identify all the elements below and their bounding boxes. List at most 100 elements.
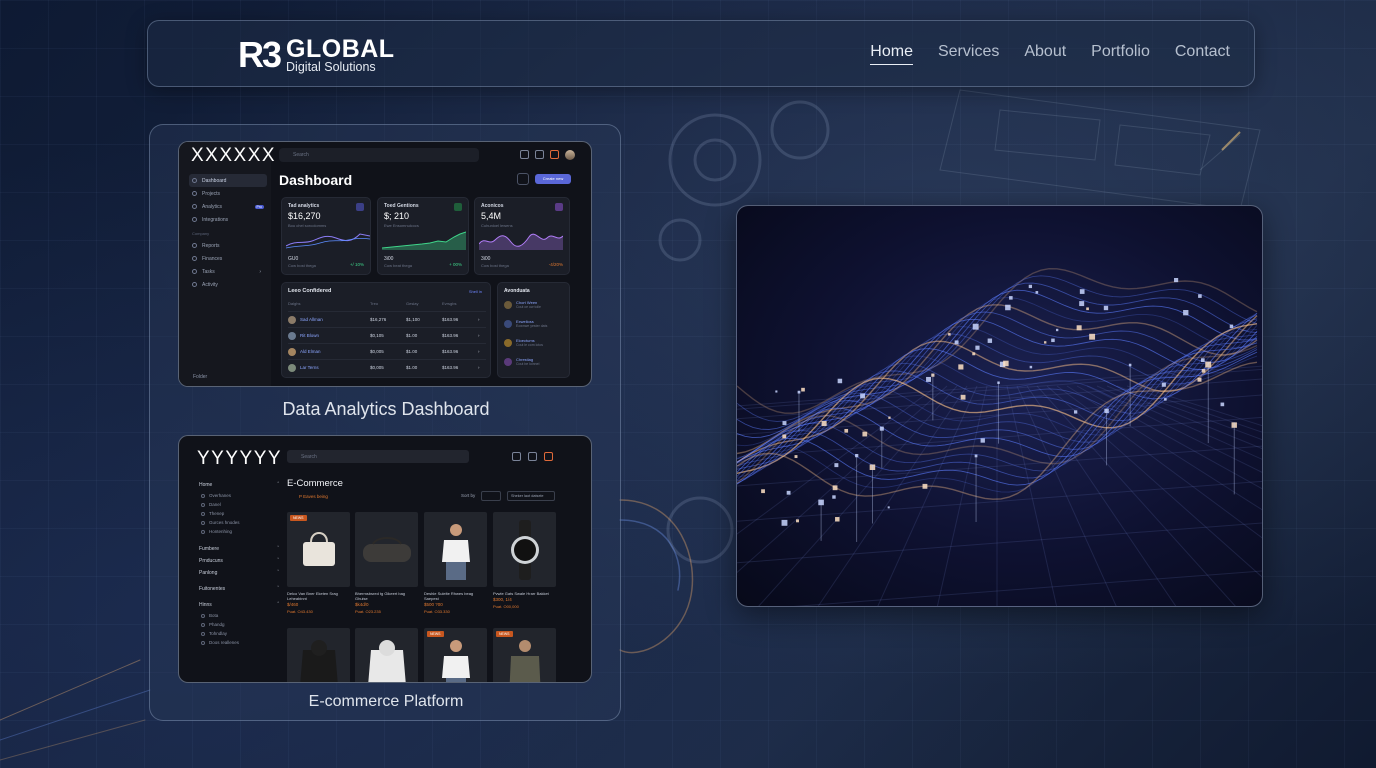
data-point [781,519,788,526]
product-image[interactable] [287,628,350,682]
product-image[interactable] [424,512,487,587]
product-name[interactable]: Pvwle Gats Swale Hrarr Bakket [493,591,556,596]
product-image[interactable] [355,628,418,682]
bell-icon[interactable] [550,150,559,159]
table-row[interactable]: Ald Elman $0,005 $1.00 $163.96 › [288,343,486,359]
product-card[interactable]: NEWS [493,628,556,682]
product-image[interactable] [355,512,418,587]
data-point [782,421,787,426]
sidebar-item-reports[interactable]: Reports [189,239,267,252]
product-price: $/460 [287,602,299,607]
product-card[interactable]: NEWS Delco Van Bner Eketen Srag Leheabinn… [287,512,350,614]
product-card[interactable]: Bhermsbsred tg Gikeert bag Ghuise $k4d/0 P… [355,512,418,614]
filter-option[interactable]: Bota [199,611,279,620]
avatar[interactable] [565,150,575,160]
create-button[interactable]: Create new [535,174,571,184]
nav-services[interactable]: Services [938,43,999,65]
sidebar-footer[interactable]: Folder [193,374,207,380]
ecommerce-search-input[interactable]: Search [287,450,469,463]
filter-group[interactable]: Fumbere ˇ [199,546,279,552]
activity-item[interactable]: Exwelioss Eownwe yester dats [504,319,547,338]
sidebar-item-activity[interactable]: Activity [189,278,267,291]
sidebar-item-integrations[interactable]: Integrations [189,213,267,226]
product-name[interactable]: Delco Van Bner Eketen Srag Leheabinnt [287,591,350,601]
check-icon [192,269,197,274]
sidebar-item-tasks[interactable]: Tasks › [189,265,267,278]
sidebar-item-finances[interactable]: Finances [189,252,267,265]
data-point [860,393,866,399]
expand-icon[interactable] [512,452,521,461]
product-name[interactable]: Bhermsbsred tg Gikeert bag Ghuise [355,591,418,601]
activity-item[interactable]: Chrestiag Cout be loinnel [504,357,547,376]
settings-icon[interactable] [535,150,544,159]
column-header[interactable]: Geslay [406,301,442,306]
nav-about[interactable]: About [1024,43,1066,65]
dashboard-preview[interactable]: XXXXXX Dashboard Projects Analytics Pro I… [178,141,592,387]
filter-option[interactable]: Thenep [199,509,279,518]
product-card[interactable]: Pvwle Gats Swale Hrarr Bakket $300, 1/4 Pu… [493,512,556,609]
filter-group[interactable]: Fuitonentes ˇ [199,586,279,592]
workspace-name: YYYYYY [197,448,283,469]
filter-option[interactable]: Doos reallenes [199,638,279,647]
activity-item[interactable]: Eloectums Cout le com lotos [504,338,547,357]
product-image[interactable]: NEWS [424,628,487,682]
filter-group[interactable]: Panlong ˇ [199,570,279,576]
sort-dropdown[interactable] [481,491,501,501]
filter-group-label: Hinns [199,602,212,608]
activity-avatar [504,320,512,328]
sidebar-item-label: Tasks [202,268,215,275]
column-header[interactable]: Evrsgbs [442,301,478,306]
nav-contact[interactable]: Contact [1175,43,1230,65]
table-link[interactable]: Shell in [469,289,482,294]
chevron-right-icon: › [478,365,480,370]
table-cell: $163.96 [442,333,459,338]
data-point [1198,294,1202,298]
category-select[interactable]: Sheker laot datsele [507,491,555,501]
cart-icon[interactable] [544,452,553,461]
filter-icon[interactable] [517,173,529,185]
ecommerce-preview[interactable]: YYYYYY Search Home ˆ Overhanes Danel Then… [178,435,592,683]
filter-option[interactable]: Overhanes [199,491,279,500]
product-card[interactable] [287,628,350,682]
sidebar-item-dashboard[interactable]: Dashboard [189,174,267,187]
product-card[interactable] [355,628,418,682]
sidebar-item-analytics[interactable]: Analytics Pro [189,200,267,213]
product-card[interactable]: NEWS [424,628,487,682]
sidebar-item-projects[interactable]: Projects [189,187,267,200]
column-header[interactable]: Dalghs [288,301,370,306]
stat-foot: GU0 [288,256,299,262]
brand-logo[interactable]: R3 GLOBAL Digital Solutions [238,37,395,74]
table-row[interactable]: Rit Blown $0,105 $1.00 $163.96 › [288,327,486,343]
nav-portfolio[interactable]: Portfolio [1091,43,1150,65]
expand-icon[interactable] [520,150,529,159]
chevron-down-icon: ˇ [277,570,279,576]
data-point [1161,382,1166,387]
filter-option[interactable]: Gurces hnodes [199,518,279,527]
breadcrumb[interactable]: P Eaves being [287,494,328,499]
column-header[interactable]: Treo [370,301,406,306]
nav-home[interactable]: Home [870,43,913,65]
filter-group[interactable]: Prnducuns ˇ [199,558,279,564]
chevron-right-icon: › [478,349,480,354]
filter-option[interactable]: Danel [199,500,279,509]
table-row[interactable]: Sad Allman $16,276 $1,100 $163.96 › [288,311,486,327]
chevron-down-icon: ˇ [277,558,279,564]
filter-group[interactable]: Home ˆ [199,482,279,488]
data-point [801,387,805,392]
filter-option[interactable]: Hontenhing [199,527,279,536]
data-point [1055,328,1059,332]
table-row[interactable]: Lar Terns $0,005 $1.00 $163.96 › [288,359,486,375]
product-card[interactable]: Deshle Sulelte Rhwes beag Saepest $500 ?0… [424,512,487,614]
dashboard-search-input[interactable]: Search [279,148,479,162]
activity-item[interactable]: Chort Ween Cout ce ow tolle [504,300,547,319]
product-image[interactable]: NEWS [287,512,350,587]
settings-icon[interactable] [528,452,537,461]
product-image[interactable]: NEWS [493,628,556,682]
filter-option[interactable]: Tohndlay [199,629,279,638]
page-title: E-Commerce [287,478,343,489]
activity-sub: Cout be loinnel [516,362,540,366]
filter-group[interactable]: Hinns ˆ [199,602,279,608]
product-image[interactable] [493,512,556,587]
product-name[interactable]: Deshle Sulelte Rhwes beag Saepest [424,591,487,601]
filter-option[interactable]: Phandg [199,620,279,629]
